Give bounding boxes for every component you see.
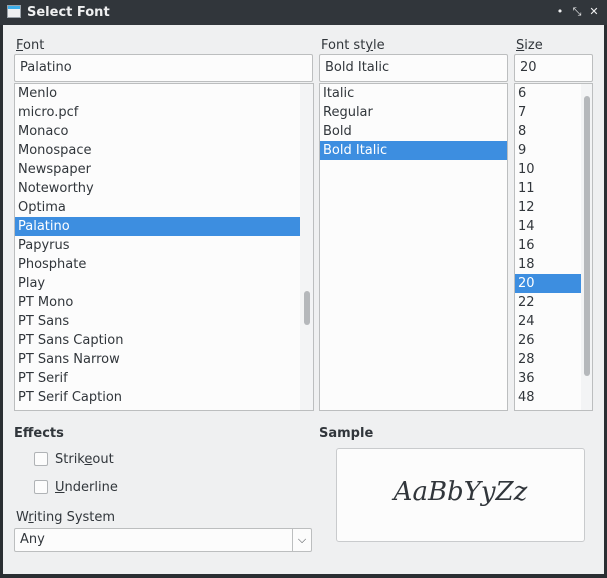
size-list-scrollbar[interactable] <box>581 83 593 411</box>
chevron-down-icon[interactable]: ⌵ <box>292 529 311 551</box>
font-style-input[interactable]: Bold Italic <box>319 54 508 82</box>
size-list-scroll-thumb[interactable] <box>584 96 590 376</box>
writing-system-combo[interactable]: Any ⌵ <box>14 528 312 552</box>
font-size-input[interactable]: 20 <box>514 54 593 82</box>
font-dialog-window: Select Font • ⤡ ✕ Font Font style Size P… <box>0 0 607 578</box>
font-list-item[interactable]: micro.pcf <box>15 103 300 122</box>
writing-system-value: Any <box>20 532 45 547</box>
size-list-item[interactable]: 20 <box>515 274 581 293</box>
size-list-item[interactable]: 28 <box>515 350 581 369</box>
font-list-scroll-thumb[interactable] <box>304 291 310 325</box>
size-list-item[interactable]: 11 <box>515 179 581 198</box>
strikeout-label[interactable]: Strikeout <box>55 452 114 467</box>
font-list-item[interactable]: Newspaper <box>15 160 300 179</box>
font-label-rest: ont <box>23 38 45 53</box>
minimize-button[interactable]: • <box>553 4 567 20</box>
dialog-body: Font Font style Size Palatino Bold Itali… <box>3 25 604 574</box>
font-name-input[interactable]: Palatino <box>14 54 313 82</box>
close-button[interactable]: ✕ <box>587 4 601 20</box>
sample-text: AaBbYyZz <box>393 477 528 507</box>
font-style-list[interactable]: Italic Regular Bold Bold Italic <box>319 83 508 411</box>
size-list-item[interactable]: 10 <box>515 160 581 179</box>
size-list-item[interactable]: 12 <box>515 198 581 217</box>
font-size-list[interactable]: 6 7 8 9 10 11 12 14 16 18 20 22 24 26 28 36 48 <box>514 83 582 411</box>
font-list-item[interactable]: PT Sans <box>15 312 300 331</box>
size-list-item[interactable]: 7 <box>515 103 581 122</box>
size-list-item[interactable]: 48 <box>515 388 581 407</box>
size-list-item[interactable]: 8 <box>515 122 581 141</box>
style-list-item[interactable]: Bold Italic <box>320 141 507 160</box>
size-list-item[interactable]: 24 <box>515 312 581 331</box>
font-family-list[interactable]: Menlo micro.pcf Monaco Monospace Newspaper No… <box>14 83 301 411</box>
size-list-item[interactable]: 26 <box>515 331 581 350</box>
size-list-item[interactable]: 16 <box>515 236 581 255</box>
effects-title: Effects <box>14 426 64 441</box>
strikeout-checkbox[interactable] <box>34 452 48 466</box>
window-title: Select Font <box>27 5 110 20</box>
font-list-item[interactable]: Noteworthy <box>15 179 300 198</box>
font-list-item[interactable]: Optima <box>15 198 300 217</box>
writing-system-label: Writing System <box>16 510 116 525</box>
underline-checkbox[interactable] <box>34 480 48 494</box>
font-list-item[interactable]: PT Mono <box>15 293 300 312</box>
font-list-item[interactable]: PT Sans Caption <box>15 331 300 350</box>
size-list-item[interactable]: 36 <box>515 369 581 388</box>
font-list-item[interactable]: Palatino <box>15 217 300 236</box>
font-list-item[interactable]: Play <box>15 274 300 293</box>
style-list-item[interactable]: Regular <box>320 103 507 122</box>
font-list-item[interactable]: Monospace <box>15 141 300 160</box>
size-list-item[interactable]: 14 <box>515 217 581 236</box>
size-list-item[interactable]: 22 <box>515 293 581 312</box>
font-style-label: Font style <box>321 38 385 53</box>
underline-label[interactable]: Underline <box>55 480 118 495</box>
size-list-item[interactable]: 9 <box>515 141 581 160</box>
style-list-item[interactable]: Italic <box>320 84 507 103</box>
font-label: Font <box>16 38 45 53</box>
size-list-item[interactable]: 6 <box>515 84 581 103</box>
style-list-item[interactable]: Bold <box>320 122 507 141</box>
font-list-item[interactable]: PT Serif <box>15 369 300 388</box>
font-list-item[interactable]: Monaco <box>15 122 300 141</box>
font-list-item[interactable]: PT Serif Caption <box>15 388 300 407</box>
font-list-item[interactable]: PT Sans Narrow <box>15 350 300 369</box>
maximize-button[interactable]: ⤡ <box>570 4 584 20</box>
sample-title: Sample <box>319 426 374 441</box>
font-list-scrollbar[interactable] <box>300 83 314 411</box>
title-bar[interactable]: Select Font • ⤡ ✕ <box>0 0 607 25</box>
sample-preview: AaBbYyZz <box>336 448 585 542</box>
font-list-item[interactable]: Menlo <box>15 84 300 103</box>
font-list-item[interactable]: Phosphate <box>15 255 300 274</box>
font-list-item[interactable]: Papyrus <box>15 236 300 255</box>
size-list-item[interactable]: 18 <box>515 255 581 274</box>
window-app-icon <box>7 5 21 18</box>
size-label: Size <box>516 38 543 53</box>
